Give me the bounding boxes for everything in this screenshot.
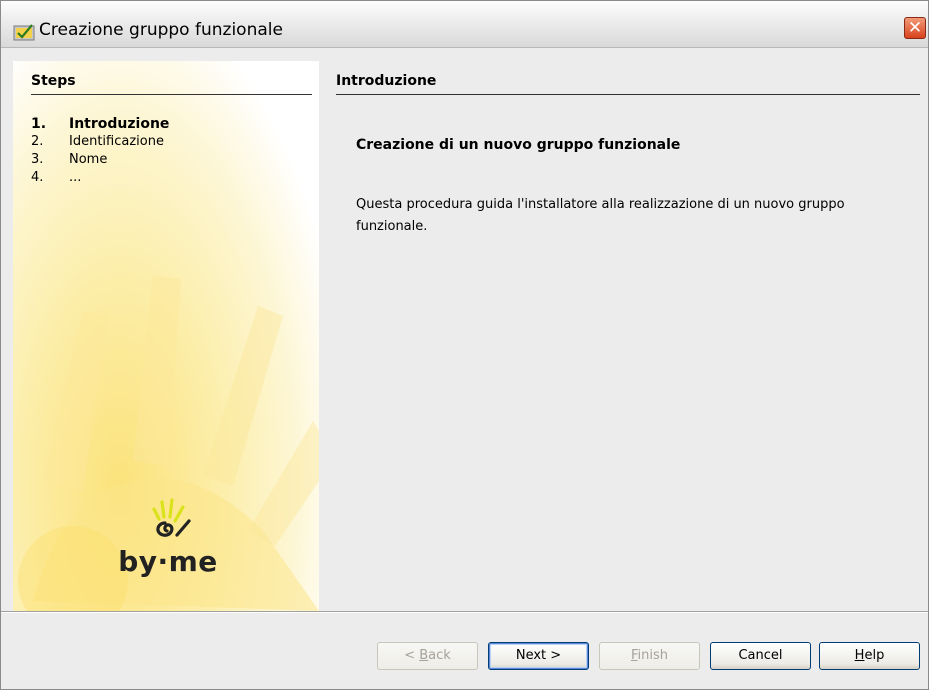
wizard-dialog: Creazione gruppo funzionale ✕ Steps 1. In… (0, 0, 929, 690)
next-button-label: Next > (515, 648, 562, 663)
step-item-introduzione: 1. Introduzione (31, 116, 169, 134)
logo-mark (152, 498, 191, 537)
cancel-button[interactable]: Cancel (710, 642, 811, 670)
logo-text: by·me (118, 545, 218, 578)
back-button-mnemonic: B (419, 648, 429, 663)
content-divider (336, 94, 920, 95)
step-number: 4. (31, 170, 44, 185)
steps-panel: Steps 1. Introduzione 2. Identificazione 3… (13, 61, 319, 611)
help-button-mnemonic: H (854, 648, 865, 663)
step-item-nome: 3. Nome (31, 152, 169, 170)
finish-button[interactable]: Finish (599, 642, 700, 670)
cancel-button-label: Cancel (738, 648, 783, 663)
back-button-prefix: < (404, 648, 420, 663)
content-description: Questa procedura guida l'installatore al… (356, 197, 845, 234)
step-label: Identificazione (69, 134, 164, 149)
back-button-label: ack (428, 648, 451, 663)
content-heading: Creazione di un nuovo gruppo funzionale (356, 137, 681, 153)
step-number: 2. (31, 134, 44, 149)
steps-list: 1. Introduzione 2. Identificazione 3. Nome … (31, 116, 169, 188)
by-me-logo: by·me (113, 497, 223, 597)
button-bar-divider (1, 611, 928, 613)
window-title: Creazione gruppo funzionale (39, 20, 283, 40)
step-number: 1. (31, 116, 47, 132)
finish-button-label: inish (637, 648, 669, 663)
wizard-app-icon (13, 24, 35, 41)
steps-divider (31, 94, 312, 95)
back-button[interactable]: < Back (377, 642, 478, 670)
step-label: Introduzione (69, 116, 170, 132)
next-button[interactable]: Next > (488, 642, 589, 670)
step-item-identificazione: 2. Identificazione (31, 134, 169, 152)
step-number: 3. (31, 152, 44, 167)
help-button-label: elp (864, 648, 885, 663)
steps-title: Steps (31, 73, 76, 89)
help-button[interactable]: Help (819, 642, 920, 670)
step-item-more: 4.... (31, 170, 169, 188)
step-label: ... (69, 170, 82, 185)
close-icon[interactable]: ✕ (904, 17, 926, 39)
title-bar[interactable]: Creazione gruppo funzionale ✕ (1, 1, 928, 48)
step-label: Nome (69, 152, 108, 167)
content-title: Introduzione (336, 73, 437, 89)
